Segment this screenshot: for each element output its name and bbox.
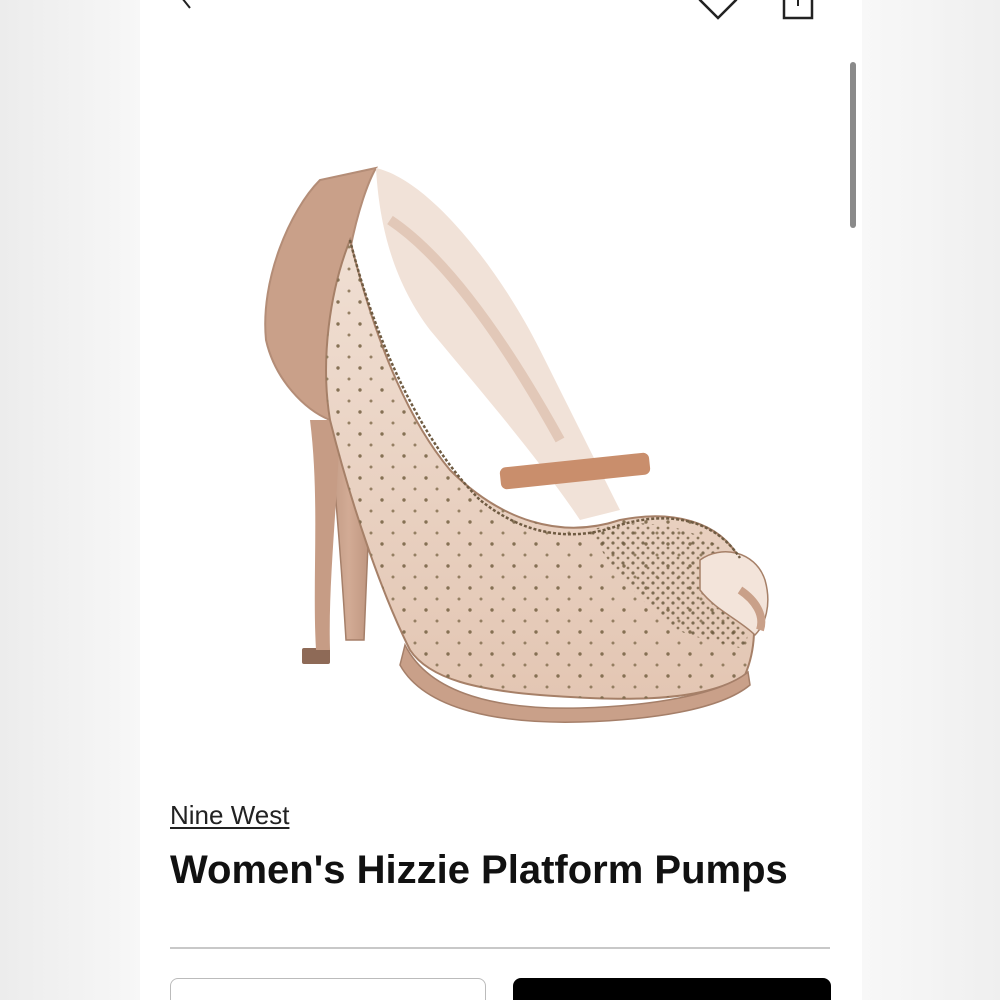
product-page: Nine West Women's Hizzie Platform Pumps — [140, 0, 862, 1000]
brand-link[interactable]: Nine West — [170, 800, 289, 831]
heart-icon[interactable] — [696, 0, 740, 22]
background-right — [860, 0, 1000, 1000]
share-icon[interactable] — [780, 0, 816, 20]
scrollbar[interactable] — [850, 62, 856, 228]
divider — [170, 947, 830, 949]
top-navigation-bar — [140, 0, 862, 30]
primary-action-button[interactable] — [513, 978, 831, 1000]
product-title: Women's Hizzie Platform Pumps — [170, 848, 788, 892]
background-left — [0, 0, 140, 1000]
chevron-left-icon[interactable] — [174, 0, 198, 10]
secondary-action-button[interactable] — [170, 978, 486, 1000]
product-image — [264, 166, 769, 723]
